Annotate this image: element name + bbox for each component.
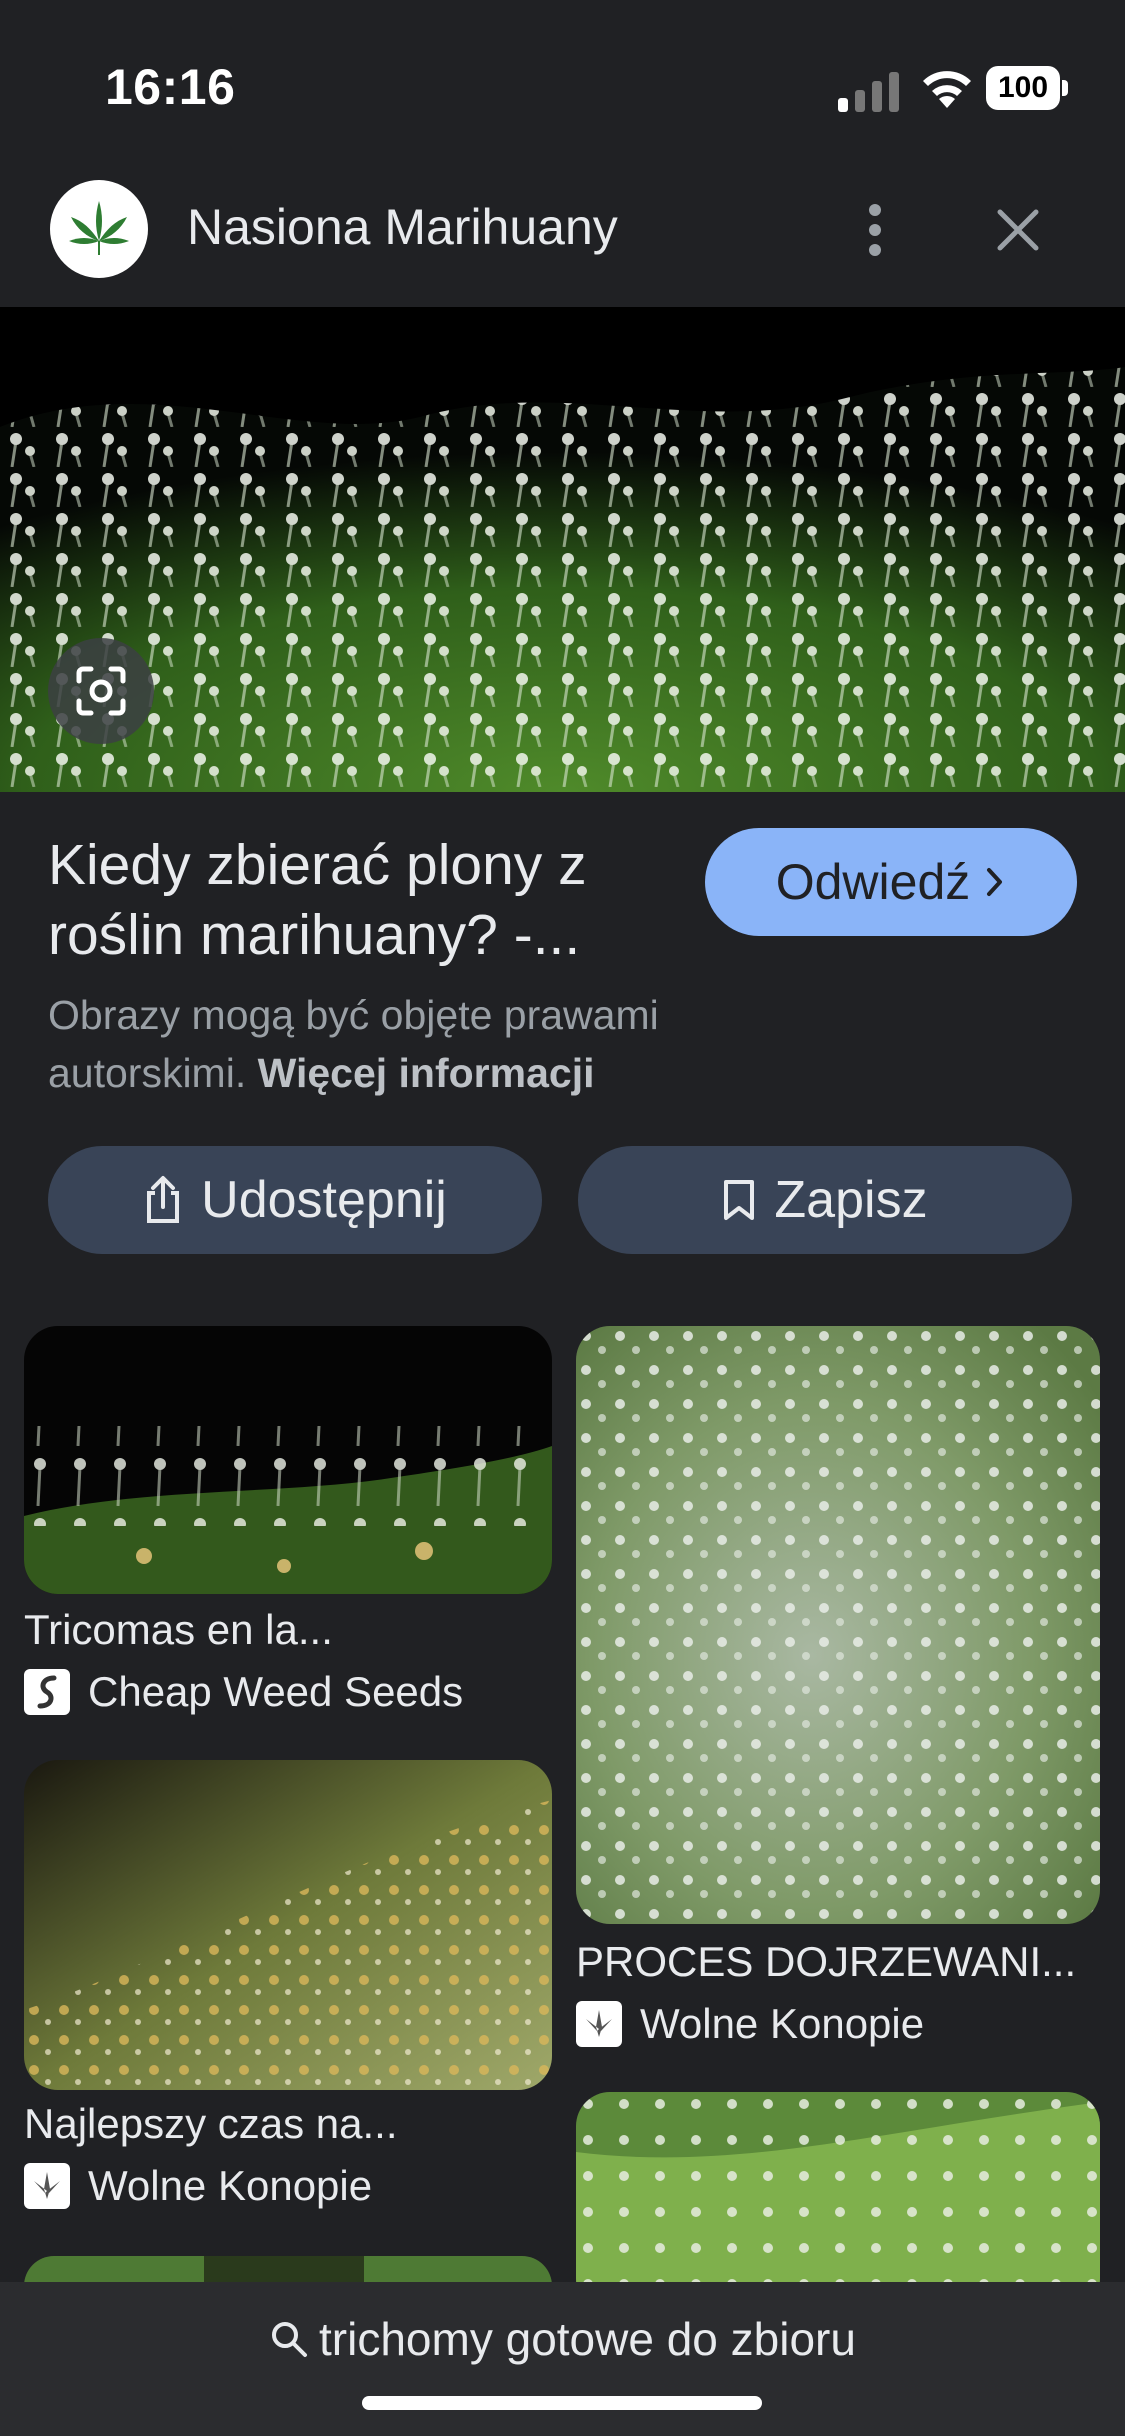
search-icon bbox=[272, 2322, 308, 2357]
cellular-signal-icon bbox=[838, 72, 899, 112]
related-source-1[interactable]: Cheap Weed Seeds bbox=[24, 1668, 552, 1716]
battery-level: 100 bbox=[986, 66, 1060, 110]
close-icon bbox=[997, 209, 1039, 251]
site-title[interactable]: Nasiona Marihuany bbox=[187, 198, 618, 256]
google-lens-button[interactable] bbox=[48, 638, 154, 744]
visit-button[interactable]: Odwiedź bbox=[705, 828, 1077, 936]
more-options-button[interactable] bbox=[850, 190, 900, 270]
related-source-name: Wolne Konopie bbox=[88, 2162, 373, 2209]
save-label: Zapisz bbox=[774, 1171, 928, 1229]
more-info-link[interactable]: Więcej informacji bbox=[258, 1050, 595, 1096]
related-caption-2[interactable]: PROCES DOJRZEWANI... bbox=[576, 1938, 1106, 1986]
share-icon bbox=[147, 1176, 180, 1223]
related-caption-3[interactable]: Najlepszy czas na... bbox=[24, 2100, 552, 2148]
related-source-name: Cheap Weed Seeds bbox=[88, 1668, 464, 1715]
home-indicator[interactable] bbox=[362, 2396, 762, 2410]
bookmark-icon bbox=[724, 1180, 755, 1220]
related-image-1[interactable] bbox=[24, 1326, 552, 1594]
share-button[interactable]: Udostępnij bbox=[48, 1146, 542, 1254]
battery-icon: 100 bbox=[986, 66, 1070, 110]
source-favicon-icon bbox=[576, 2001, 622, 2047]
result-title[interactable]: Kiedy zbierać plony z roślin marihuany? … bbox=[48, 830, 688, 970]
related-image-5[interactable] bbox=[576, 2092, 1100, 2312]
share-label: Udostępnij bbox=[201, 1171, 447, 1229]
close-button[interactable] bbox=[982, 190, 1054, 270]
related-caption-1[interactable]: Tricomas en la... bbox=[24, 1606, 552, 1654]
chevron-right-icon bbox=[987, 868, 1003, 896]
result-title-line2: roślin marihuany? -... bbox=[48, 903, 581, 967]
related-source-3[interactable]: Wolne Konopie bbox=[24, 2162, 552, 2210]
result-title-line1: Kiedy zbierać plony z bbox=[48, 833, 587, 897]
cannabis-leaf-icon[interactable] bbox=[50, 180, 148, 278]
related-image-3[interactable] bbox=[24, 1760, 552, 2090]
visit-label: Odwiedź bbox=[775, 854, 971, 910]
search-query-text: trichomy gotowe do zbioru bbox=[319, 2313, 856, 2365]
lens-icon bbox=[76, 666, 126, 716]
source-favicon-icon bbox=[24, 1669, 70, 1715]
search-query-bar[interactable]: trichomy gotowe do zbioru bbox=[0, 2312, 1125, 2366]
source-favicon-icon bbox=[24, 2163, 70, 2209]
wifi-icon bbox=[923, 71, 971, 108]
related-image-2[interactable] bbox=[576, 1326, 1100, 1924]
more-vert-icon bbox=[869, 204, 881, 256]
related-source-name: Wolne Konopie bbox=[640, 2000, 925, 2047]
save-button[interactable]: Zapisz bbox=[578, 1146, 1072, 1254]
copyright-note: Obrazy mogą być objęte prawami autorskim… bbox=[48, 986, 788, 1102]
status-time: 16:16 bbox=[105, 59, 236, 115]
related-source-2[interactable]: Wolne Konopie bbox=[576, 2000, 1100, 2048]
main-image[interactable] bbox=[0, 307, 1125, 792]
